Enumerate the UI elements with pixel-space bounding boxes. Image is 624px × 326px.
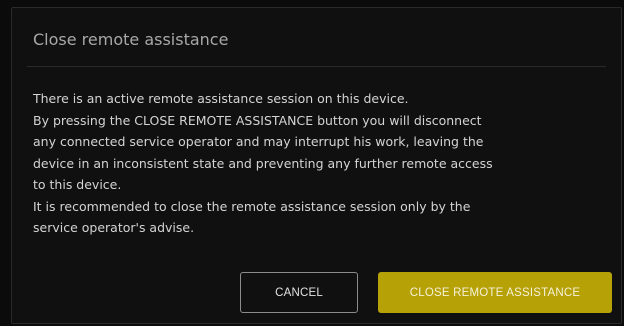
- cancel-button[interactable]: CANCEL: [240, 272, 358, 313]
- message-line: any connected service operator and may i…: [33, 134, 484, 149]
- message-line: device in an inconsistent state and prev…: [33, 155, 493, 171]
- message-line: to this device.: [33, 177, 122, 192]
- message-line: There is an active remote assistance ses…: [33, 91, 409, 106]
- dialog-title: Close remote assistance: [33, 30, 229, 49]
- message-line: It is recommended to close the remote as…: [33, 198, 471, 214]
- close-remote-assistance-dialog: Close remote assistance There is an acti…: [11, 7, 622, 324]
- title-divider: [27, 66, 606, 67]
- close-remote-assistance-button[interactable]: CLOSE REMOTE ASSISTANCE: [378, 272, 612, 313]
- message-line: By pressing the CLOSE REMOTE ASSISTANCE …: [33, 112, 482, 128]
- dialog-message: There is an active remote assistance ses…: [33, 88, 613, 239]
- message-line: service operator's advise.: [33, 220, 195, 235]
